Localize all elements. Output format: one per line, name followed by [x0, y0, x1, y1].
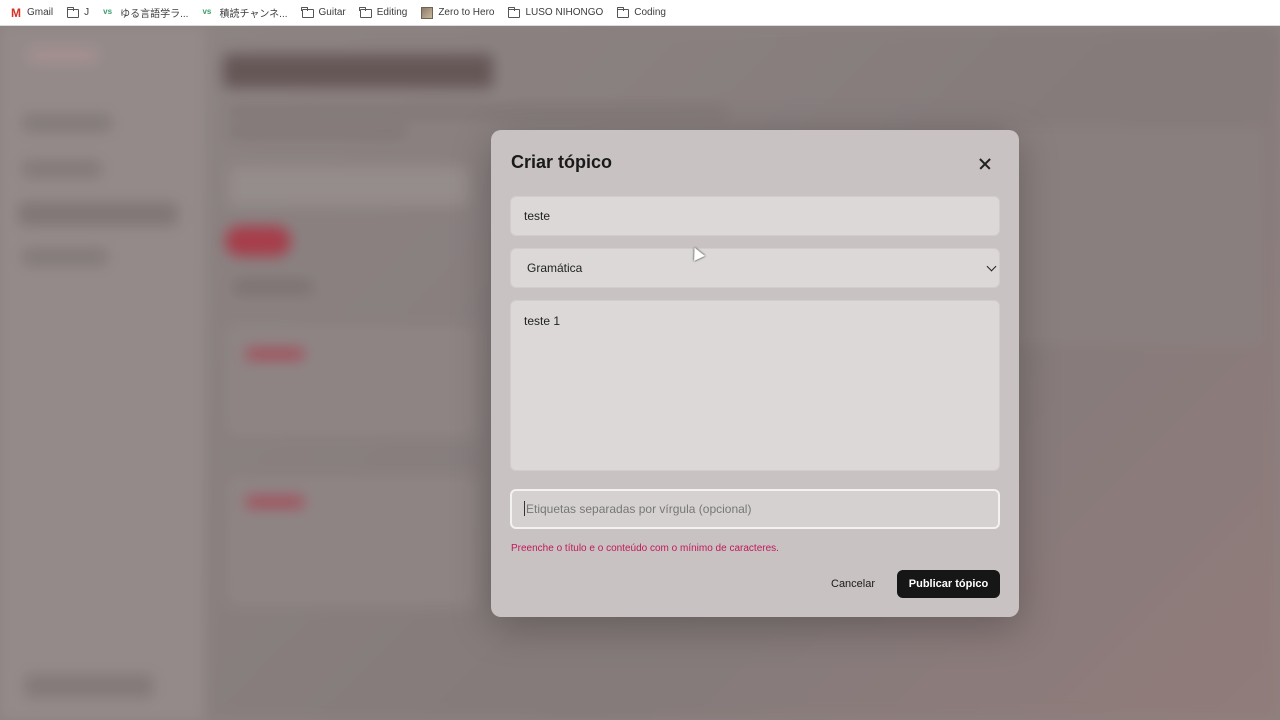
cancel-button[interactable]: Cancelar	[821, 570, 885, 598]
bookmark-label: Guitar	[318, 7, 346, 18]
text-caret	[524, 501, 525, 516]
bookmark-label: LUSO NIHONGO	[525, 7, 604, 18]
bookmark-label: J	[84, 7, 90, 18]
bookmark-editing[interactable]: Editing	[356, 0, 418, 26]
folder-icon	[66, 6, 80, 18]
chevron-down-icon	[986, 261, 997, 272]
bookmark-zero-to-hero[interactable]: Zero to Hero	[417, 0, 504, 26]
bookmark-label: Coding	[634, 7, 666, 18]
folder-icon	[301, 6, 314, 18]
validation-error: Preenche o título e o conteúdo com o mín…	[511, 543, 779, 554]
bookmark-label: ゆる言語学ラ...	[120, 9, 189, 20]
bookmarks-bar: M Gmail J vs ゆる言語学ラ... vs 積読チャンネ... Guit…	[0, 0, 1280, 26]
tags-placeholder: Etiquetas separadas por vírgula (opciona…	[526, 502, 752, 516]
folder-icon	[616, 6, 630, 18]
bookmark-label: 積読チャンネ...	[219, 9, 288, 20]
modal-title: Criar tópico	[511, 152, 613, 172]
bookmark-yuru-gengogaku[interactable]: vs ゆる言語学ラ...	[99, 0, 198, 26]
folder-icon	[508, 6, 521, 18]
bookmark-luso-nihongo[interactable]: LUSO NIHONGO	[504, 0, 613, 26]
image-icon	[421, 6, 434, 19]
bookmark-j[interactable]: J	[63, 0, 99, 26]
vs-icon: vs	[103, 6, 113, 16]
close-icon[interactable]	[975, 154, 995, 174]
create-topic-modal: Criar tópico teste Gramática teste 1 Eti…	[491, 130, 1019, 617]
vs-icon: vs	[202, 6, 212, 16]
bookmark-coding[interactable]: Coding	[613, 0, 676, 26]
tags-input[interactable]: Etiquetas separadas por vírgula (opciona…	[510, 489, 1000, 529]
bookmark-guitar[interactable]: Guitar	[298, 0, 356, 26]
bookmark-label: Editing	[376, 7, 408, 18]
category-select[interactable]: Gramática	[510, 248, 1000, 288]
topic-content-textarea[interactable]: teste 1	[510, 300, 1000, 471]
category-selected-value: Gramática	[527, 261, 583, 275]
topic-title-input[interactable]: teste	[510, 196, 1000, 236]
bookmark-gmail[interactable]: M Gmail	[6, 0, 63, 26]
bookmark-label: Zero to Hero	[438, 7, 495, 18]
gmail-icon: M	[11, 5, 21, 20]
publish-topic-button[interactable]: Publicar tópico	[897, 570, 1000, 598]
folder-icon	[359, 6, 372, 18]
bookmark-tsundoku-channel[interactable]: vs 積読チャンネ...	[198, 0, 297, 26]
bookmark-label: Gmail	[27, 7, 54, 18]
